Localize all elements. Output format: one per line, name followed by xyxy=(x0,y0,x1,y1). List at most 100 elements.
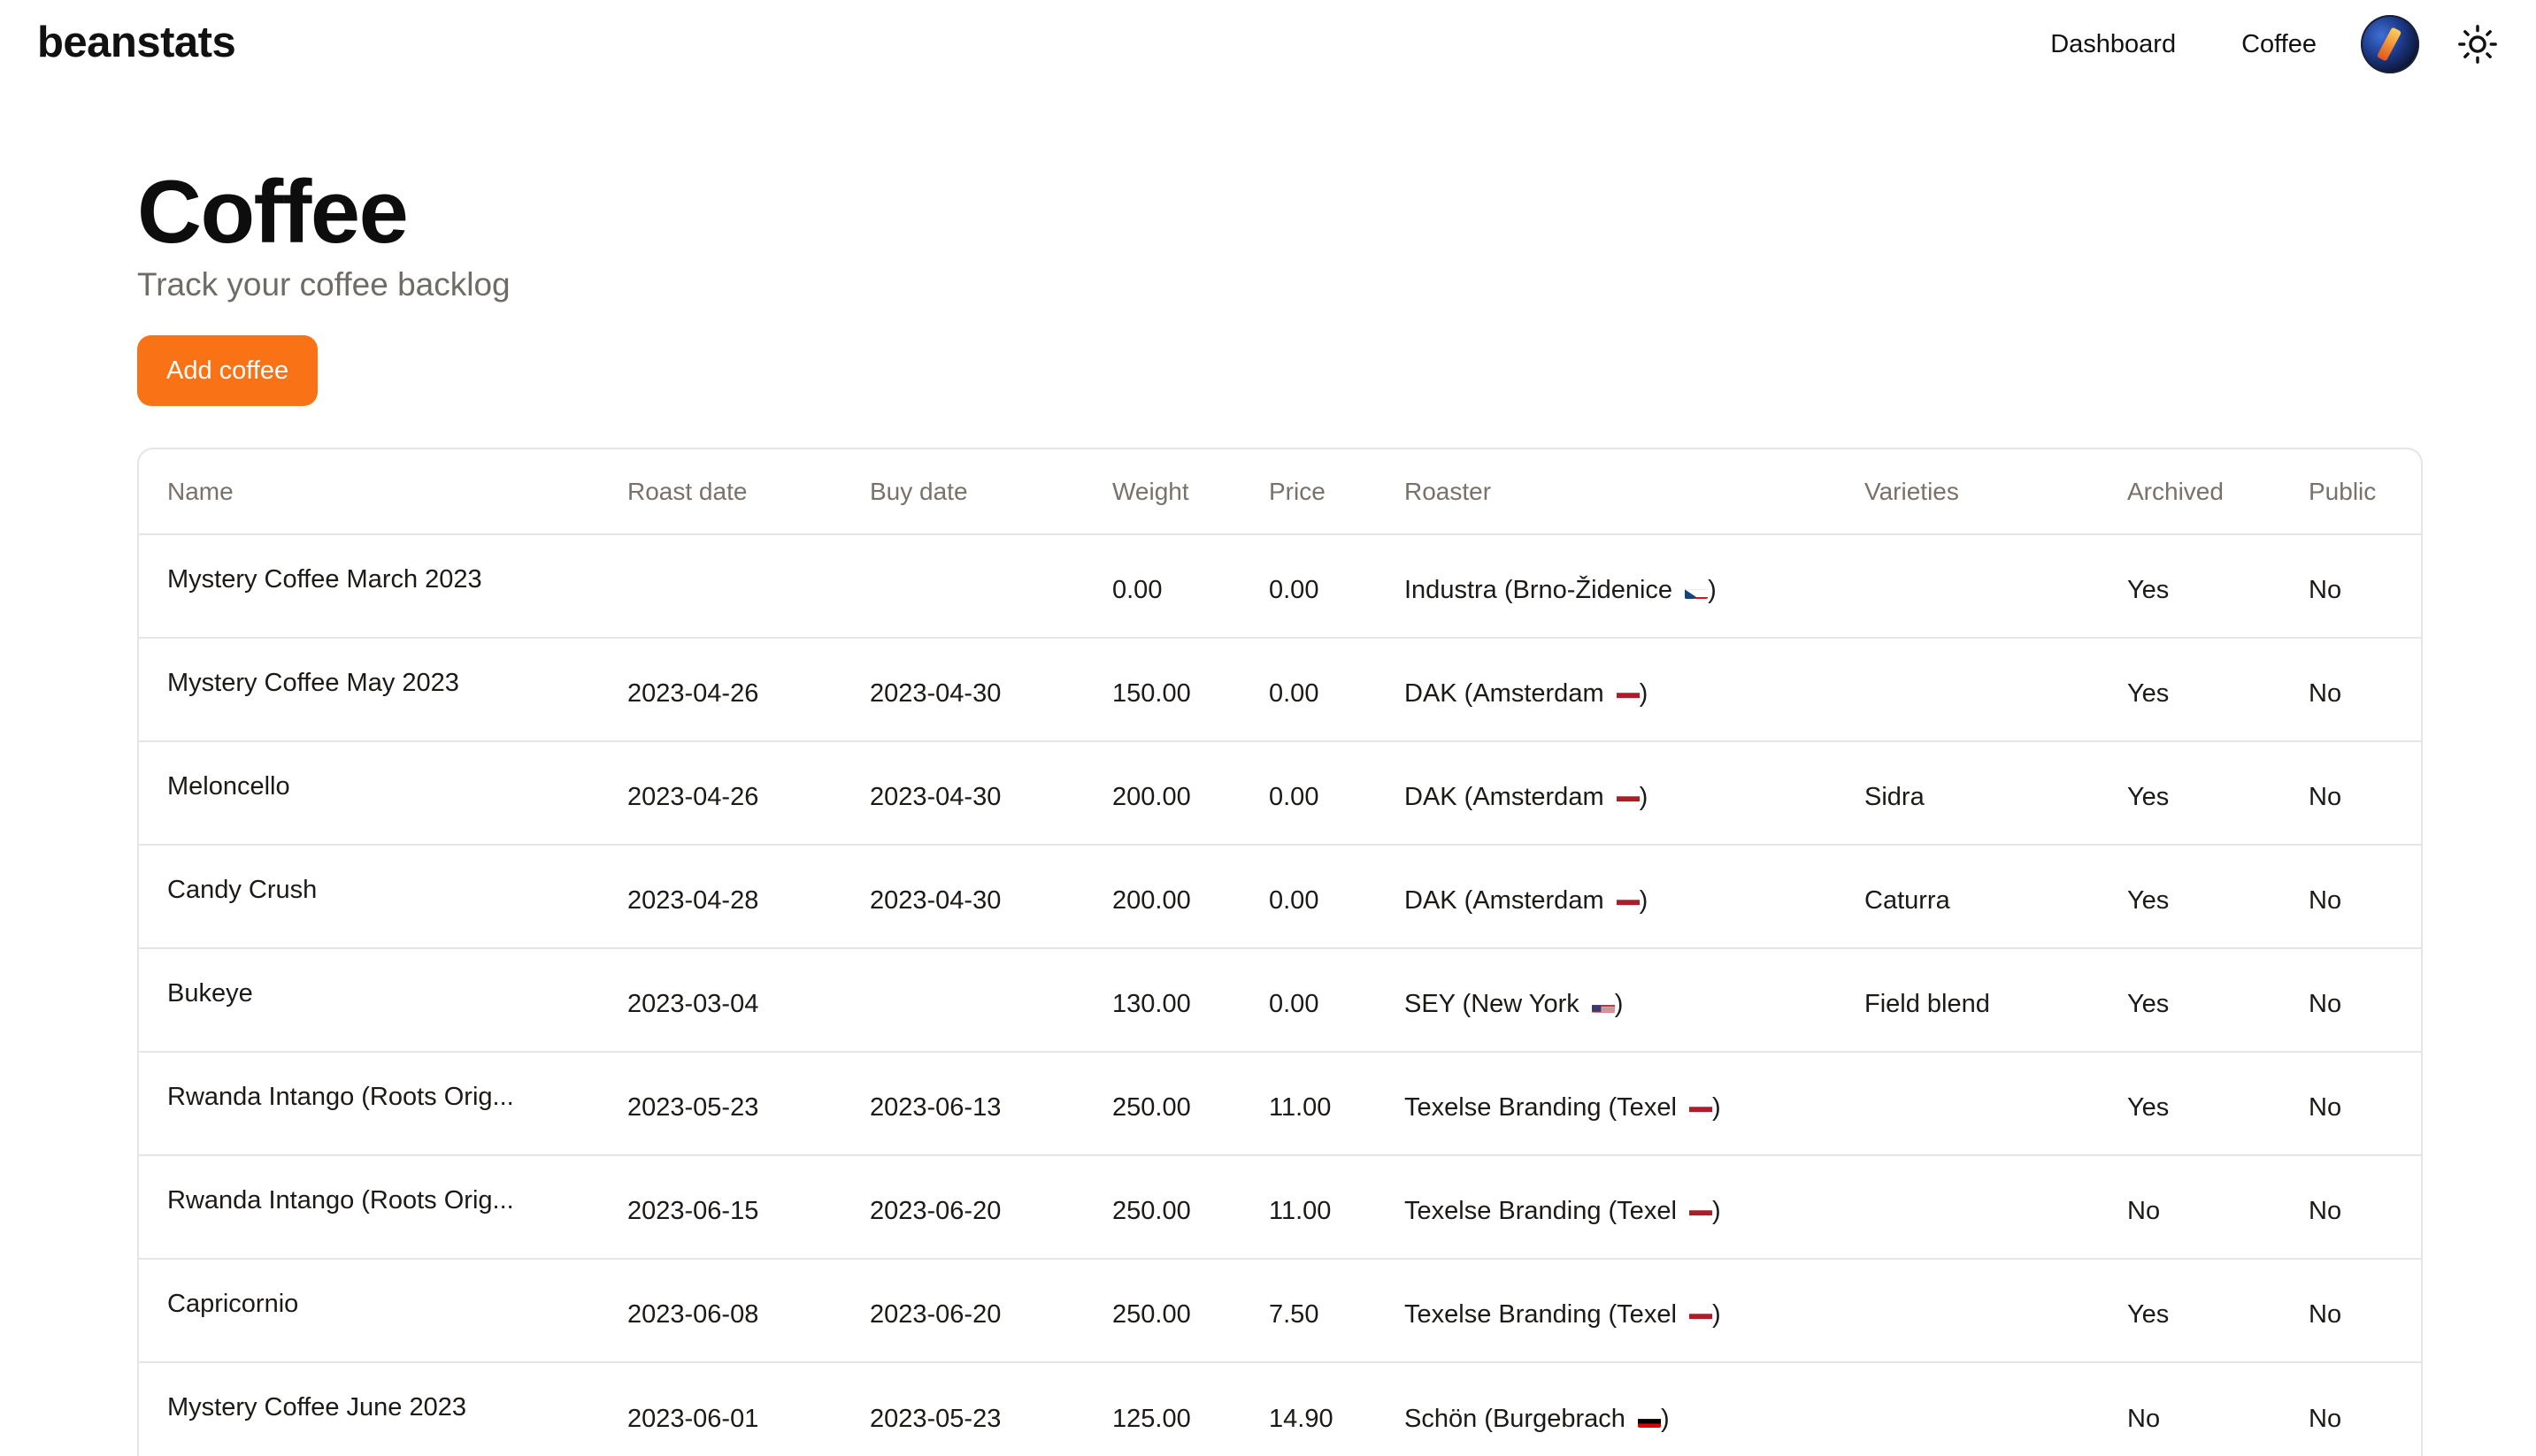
roast-date: 2023-04-26 xyxy=(627,671,758,709)
nav-dashboard-link[interactable]: Dashboard xyxy=(2050,30,2176,59)
cell-roast-date: 2023-06-01 xyxy=(599,1362,841,1456)
column-header-name[interactable]: Name xyxy=(139,449,599,534)
nav-coffee-link[interactable]: Coffee xyxy=(2241,30,2317,59)
weight-value: 0.00 xyxy=(1112,567,1162,605)
price-value: 11.00 xyxy=(1269,1188,1331,1226)
theme-toggle-button[interactable] xyxy=(2456,23,2499,65)
coffee-name[interactable]: Mystery Coffee June 2023 xyxy=(167,1393,466,1422)
cell-buy-date: 2023-06-20 xyxy=(841,1155,1084,1259)
cell-roast-date: 2023-04-28 xyxy=(599,845,841,948)
column-header-weight[interactable]: Weight xyxy=(1084,449,1241,534)
cell-name: Mystery Coffee June 2023 xyxy=(139,1362,599,1456)
archived-value: No xyxy=(2127,1396,2160,1434)
roaster-close-paren: ) xyxy=(1712,1197,1721,1225)
main-nav: Dashboard Coffee xyxy=(2050,0,2536,88)
column-header-roaster[interactable]: Roaster xyxy=(1376,449,1836,534)
cell-buy-date: 2023-04-30 xyxy=(841,638,1084,741)
weight-value: 200.00 xyxy=(1112,877,1191,916)
cell-weight: 150.00 xyxy=(1084,638,1241,741)
coffee-name[interactable]: Capricornio xyxy=(167,1290,298,1319)
column-header-price[interactable]: Price xyxy=(1241,449,1376,534)
cell-price: 11.00 xyxy=(1241,1155,1376,1259)
table-row[interactable]: Mystery Coffee June 2023 2023-06-01 2023-0… xyxy=(139,1362,2423,1456)
public-value: No xyxy=(2309,671,2341,709)
cell-public: No xyxy=(2280,845,2423,948)
roaster-name: DAK (Amsterdam xyxy=(1404,783,1604,811)
cell-roaster: Texelse Branding (Texel ) xyxy=(1376,1259,1836,1362)
cell-public: No xyxy=(2280,1362,2423,1456)
cell-buy-date: 2023-04-30 xyxy=(841,845,1084,948)
roaster-close-paren: ) xyxy=(1661,1405,1670,1433)
table-row[interactable]: Mystery Coffee March 20230.000.00Industr… xyxy=(139,534,2423,638)
cell-archived: No xyxy=(2099,1155,2280,1259)
table-row[interactable]: Bukeye2023-03-04130.000.00SEY (New York … xyxy=(139,948,2423,1052)
archived-value: Yes xyxy=(2127,567,2169,605)
coffee-name[interactable]: Meloncello xyxy=(167,772,290,801)
archived-value: Yes xyxy=(2127,1084,2169,1123)
roaster-label: Schön (Burgebrach ) xyxy=(1404,1396,1670,1434)
table-row[interactable]: Candy Crush2023-04-282023-04-30200.000.0… xyxy=(139,845,2423,948)
table-row[interactable]: Mystery Coffee May 2023 2023-04-26 2023-04… xyxy=(139,638,2423,741)
roaster-close-paren: ) xyxy=(1708,576,1717,604)
price-value: 0.00 xyxy=(1269,774,1318,812)
weight-value: 250.00 xyxy=(1112,1084,1191,1123)
brand-logo[interactable]: beanstats xyxy=(37,18,235,67)
archived-value: Yes xyxy=(2127,1291,2169,1330)
cell-varieties: Sidra xyxy=(1836,741,2099,845)
roast-date: 2023-06-08 xyxy=(627,1291,758,1330)
coffee-table: Name Roast date Buy date Weight Price Ro… xyxy=(139,449,2423,1456)
column-header-varieties[interactable]: Varieties xyxy=(1836,449,2099,534)
roaster-label: Industra (Brno-Židenice ) xyxy=(1404,567,1717,605)
cell-buy-date: 2023-04-30 xyxy=(841,741,1084,845)
netherlands-flag-icon xyxy=(1689,1307,1712,1323)
cell-archived: Yes xyxy=(2099,534,2280,638)
add-coffee-button[interactable]: Add coffee xyxy=(137,335,318,406)
buy-date: 2023-04-30 xyxy=(870,774,1001,812)
netherlands-flag-icon xyxy=(1689,1204,1712,1220)
roaster-label: SEY (New York ) xyxy=(1404,981,1623,1019)
table-row[interactable]: Rwanda Intango (Roots Orig...2023-06-152… xyxy=(139,1155,2423,1259)
coffee-table-container: Name Roast date Buy date Weight Price Ro… xyxy=(137,448,2423,1456)
cell-name: Mystery Coffee March 2023 xyxy=(139,534,599,638)
user-avatar[interactable] xyxy=(2361,15,2419,73)
cell-name: Capricornio xyxy=(139,1259,599,1362)
coffee-name[interactable]: Rwanda Intango (Roots Orig... xyxy=(167,1083,514,1112)
coffee-name[interactable]: Mystery Coffee March 2023 xyxy=(167,565,482,594)
cell-roast-date xyxy=(599,534,841,638)
roaster-close-paren: ) xyxy=(1640,679,1648,708)
roaster-name: Texelse Branding (Texel xyxy=(1404,1300,1677,1329)
public-value: No xyxy=(2309,1291,2341,1330)
table-header-row: Name Roast date Buy date Weight Price Ro… xyxy=(139,449,2423,534)
cell-name: Rwanda Intango (Roots Orig... xyxy=(139,1052,599,1155)
buy-date: 2023-06-20 xyxy=(870,1291,1001,1330)
germany-flag-icon xyxy=(1638,1412,1661,1428)
roaster-name: DAK (Amsterdam xyxy=(1404,679,1604,708)
roast-date: 2023-04-26 xyxy=(627,774,758,812)
cell-roaster: DAK (Amsterdam ) xyxy=(1376,638,1836,741)
roast-date: 2023-06-01 xyxy=(627,1396,758,1434)
cell-roast-date: 2023-04-26 xyxy=(599,638,841,741)
netherlands-flag-icon xyxy=(1689,1100,1712,1116)
weight-value: 130.00 xyxy=(1112,981,1191,1019)
coffee-name[interactable]: Bukeye xyxy=(167,979,253,1008)
table-row[interactable]: Capricornio2023-06-082023-06-20250.007.5… xyxy=(139,1259,2423,1362)
cell-varieties: Caturra xyxy=(1836,845,2099,948)
column-header-archived[interactable]: Archived xyxy=(2099,449,2280,534)
column-header-roast-date[interactable]: Roast date xyxy=(599,449,841,534)
cell-public: No xyxy=(2280,1259,2423,1362)
table-row[interactable]: Rwanda Intango (Roots Orig...2023-05-232… xyxy=(139,1052,2423,1155)
cell-varieties: Field blend xyxy=(1836,948,2099,1052)
public-value: No xyxy=(2309,1188,2341,1226)
cell-weight: 125.00 xyxy=(1084,1362,1241,1456)
buy-date: 2023-05-23 xyxy=(870,1396,1001,1434)
coffee-name[interactable]: Mystery Coffee May 2023 xyxy=(167,669,459,698)
weight-value: 200.00 xyxy=(1112,774,1191,812)
sun-icon xyxy=(2457,24,2498,65)
coffee-name[interactable]: Rwanda Intango (Roots Orig... xyxy=(167,1186,514,1215)
table-row[interactable]: Meloncello 2023-04-26 2023-04-30 200.00 0.00… xyxy=(139,741,2423,845)
coffee-name[interactable]: Candy Crush xyxy=(167,876,317,905)
top-navbar: beanstats Dashboard Coffee xyxy=(0,0,2536,88)
cell-price: 11.00 xyxy=(1241,1052,1376,1155)
column-header-public[interactable]: Public xyxy=(2280,449,2423,534)
column-header-buy-date[interactable]: Buy date xyxy=(841,449,1084,534)
